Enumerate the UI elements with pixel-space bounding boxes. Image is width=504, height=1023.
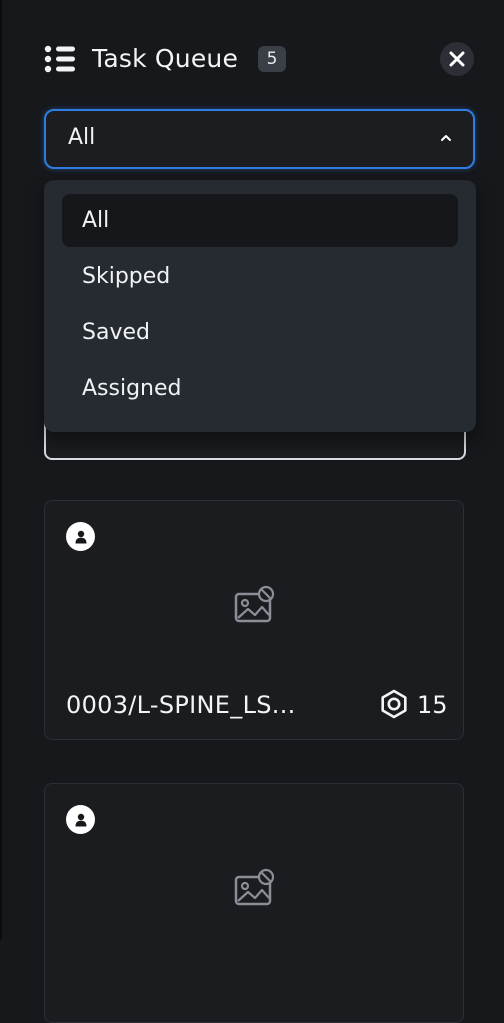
filter-option-skipped[interactable]: Skipped xyxy=(62,250,458,303)
filter-select[interactable]: All xyxy=(44,109,475,169)
user-icon xyxy=(66,805,95,834)
user-icon xyxy=(66,522,95,551)
panel-header: Task Queue 5 xyxy=(44,40,474,80)
filter-dropdown-menu: All Skipped Saved Assigned xyxy=(44,180,476,432)
filter-option-saved[interactable]: Saved xyxy=(62,306,458,359)
close-icon xyxy=(449,51,465,67)
card-name: 0003/L-SPINE_LS... xyxy=(66,691,296,719)
image-placeholder-icon xyxy=(234,585,275,623)
task-card[interactable] xyxy=(44,783,464,1023)
card-count: 15 xyxy=(417,691,448,719)
task-count-badge: 5 xyxy=(258,46,286,72)
image-placeholder-icon xyxy=(234,868,275,906)
close-button[interactable] xyxy=(440,42,474,76)
list-icon xyxy=(44,44,76,74)
panel-title: Task Queue xyxy=(92,44,239,73)
filter-option-all[interactable]: All xyxy=(62,194,458,247)
task-card[interactable]: 0003/L-SPINE_LS... 15 xyxy=(44,500,464,740)
filter-option-assigned[interactable]: Assigned xyxy=(62,362,458,415)
chevron-up-icon xyxy=(441,135,451,141)
panel-edge xyxy=(0,0,2,940)
hexagon-icon xyxy=(381,689,407,719)
filter-selected-value: All xyxy=(68,125,96,150)
